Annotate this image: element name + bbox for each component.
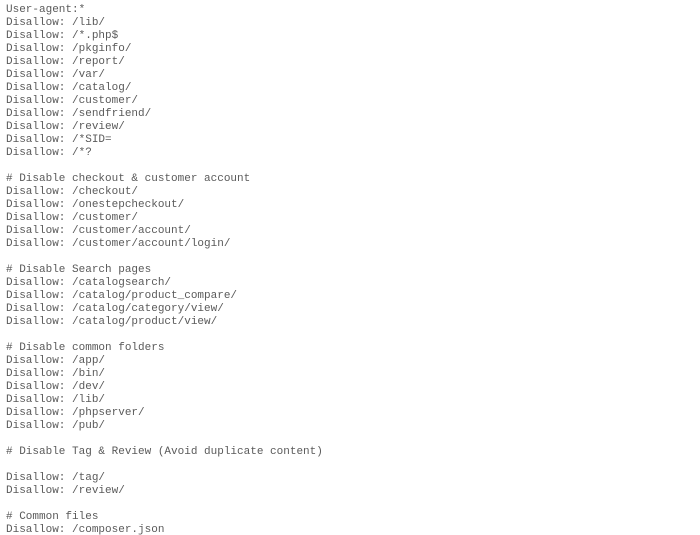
text-line bbox=[6, 329, 694, 342]
text-line: Disallow: /composer.json bbox=[6, 524, 694, 535]
text-line: Disallow: /catalog/product_compare/ bbox=[6, 290, 694, 303]
text-line: Disallow: /checkout/ bbox=[6, 186, 694, 199]
text-line: Disallow: /pkginfo/ bbox=[6, 43, 694, 56]
text-line bbox=[6, 459, 694, 472]
text-line: Disallow: /customer/account/login/ bbox=[6, 238, 694, 251]
robots-txt-document: User-agent:*Disallow: /lib/Disallow: /*.… bbox=[0, 0, 700, 535]
text-line: Disallow: /app/ bbox=[6, 355, 694, 368]
text-line bbox=[6, 433, 694, 446]
text-line: Disallow: /review/ bbox=[6, 121, 694, 134]
text-line: Disallow: /pub/ bbox=[6, 420, 694, 433]
text-line: # Disable Search pages bbox=[6, 264, 694, 277]
text-line: Disallow: /customer/account/ bbox=[6, 225, 694, 238]
text-line: Disallow: /var/ bbox=[6, 69, 694, 82]
text-line: Disallow: /report/ bbox=[6, 56, 694, 69]
text-line: Disallow: /customer/ bbox=[6, 212, 694, 225]
text-line: Disallow: /*? bbox=[6, 147, 694, 160]
text-line: Disallow: /bin/ bbox=[6, 368, 694, 381]
text-line: Disallow: /customer/ bbox=[6, 95, 694, 108]
text-line: Disallow: /onestepcheckout/ bbox=[6, 199, 694, 212]
text-line: Disallow: /*SID= bbox=[6, 134, 694, 147]
text-line: # Disable checkout & customer account bbox=[6, 173, 694, 186]
text-line: # Common files bbox=[6, 511, 694, 524]
text-line: Disallow: /*.php$ bbox=[6, 30, 694, 43]
text-line: Disallow: /catalog/ bbox=[6, 82, 694, 95]
text-line: User-agent:* bbox=[6, 4, 694, 17]
text-line: # Disable Tag & Review (Avoid duplicate … bbox=[6, 446, 694, 459]
text-line bbox=[6, 160, 694, 173]
text-line: Disallow: /phpserver/ bbox=[6, 407, 694, 420]
text-line: Disallow: /dev/ bbox=[6, 381, 694, 394]
text-line: Disallow: /lib/ bbox=[6, 394, 694, 407]
text-line: Disallow: /tag/ bbox=[6, 472, 694, 485]
text-line: Disallow: /catalogsearch/ bbox=[6, 277, 694, 290]
text-line: Disallow: /review/ bbox=[6, 485, 694, 498]
text-line bbox=[6, 498, 694, 511]
text-line: # Disable common folders bbox=[6, 342, 694, 355]
text-line: Disallow: /catalog/product/view/ bbox=[6, 316, 694, 329]
text-line: Disallow: /catalog/category/view/ bbox=[6, 303, 694, 316]
text-line: Disallow: /lib/ bbox=[6, 17, 694, 30]
text-line: Disallow: /sendfriend/ bbox=[6, 108, 694, 121]
text-line bbox=[6, 251, 694, 264]
